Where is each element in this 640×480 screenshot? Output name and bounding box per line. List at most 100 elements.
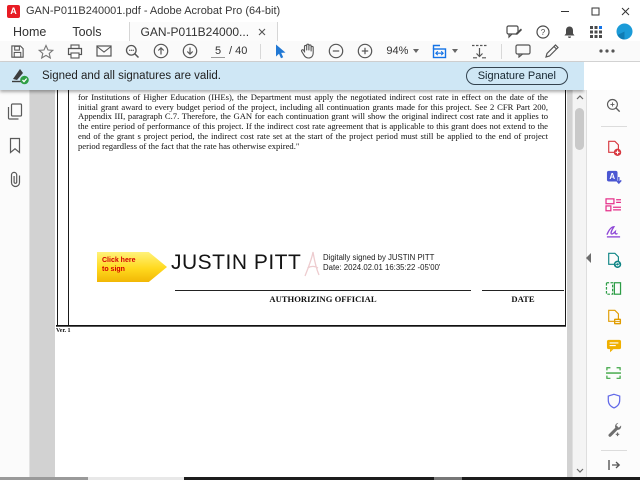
maximize-button[interactable]	[580, 0, 610, 22]
help-icon[interactable]: ?	[536, 25, 550, 39]
print-icon[interactable]	[67, 44, 83, 59]
search-tool-icon[interactable]	[605, 98, 622, 113]
right-tools-rail: A	[586, 90, 640, 477]
tab-tools-label: Tools	[72, 25, 101, 39]
signature-detail-line1: Digitally signed by JUSTIN PITT	[323, 253, 440, 263]
scan-ocr-icon[interactable]	[604, 366, 623, 380]
feedback-icon[interactable]	[506, 25, 523, 39]
tab-home[interactable]: Home	[0, 22, 59, 41]
email-icon[interactable]	[96, 45, 112, 57]
acrobat-watermark-icon	[302, 250, 322, 278]
svg-text:?: ?	[541, 28, 546, 37]
combine-files-icon[interactable]	[605, 309, 623, 326]
fill-sign-icon[interactable]	[604, 225, 623, 238]
sign-flag-line2: to sign	[102, 265, 167, 274]
chevron-down-icon	[413, 49, 419, 53]
toolbar-separator	[501, 44, 502, 59]
rail-divider	[601, 450, 627, 451]
zoom-out-icon[interactable]	[328, 43, 344, 59]
signature-certificate-details[interactable]: Digitally signed by JUSTIN PITT Date: 20…	[323, 253, 440, 274]
form-border-line	[57, 90, 58, 325]
tab-close-icon[interactable]	[258, 28, 266, 36]
fit-width-button[interactable]	[432, 44, 458, 59]
select-tool-icon[interactable]	[274, 44, 287, 59]
maximize-icon	[591, 7, 600, 16]
page-display-icon[interactable]	[471, 44, 488, 59]
svg-text:A: A	[609, 172, 615, 181]
date-label: DATE	[482, 294, 564, 304]
create-pdf-icon[interactable]	[605, 140, 623, 157]
scroll-down-button[interactable]	[576, 463, 584, 477]
sign-here-flag[interactable]: Click here to sign	[97, 252, 167, 282]
minimize-icon	[560, 6, 570, 16]
zoom-in-icon[interactable]	[357, 43, 373, 59]
previous-page-icon[interactable]	[153, 43, 169, 59]
find-icon[interactable]	[125, 44, 140, 59]
pencil-tool-icon[interactable]	[544, 43, 560, 59]
sign-flag-line1: Click here	[102, 256, 167, 265]
more-options-icon[interactable]	[599, 49, 615, 53]
organize-pages-icon[interactable]	[604, 281, 623, 296]
notification-row: Signed and all signatures are valid. Sig…	[0, 62, 640, 90]
page-number-input[interactable]: 5	[211, 45, 225, 58]
acrobat-logo-icon: A	[7, 5, 20, 18]
signature-detail-line2: Date: 2024.02.01 16:35:22 -05'00'	[323, 263, 440, 273]
toolbar-separator	[260, 44, 261, 59]
date-line	[482, 290, 564, 291]
chevron-down-icon	[452, 49, 458, 53]
scroll-up-button[interactable]	[576, 90, 584, 104]
fit-width-icon	[432, 44, 449, 59]
main-toolbar: 5 / 40 94%	[0, 41, 640, 62]
close-button[interactable]	[610, 0, 640, 22]
share-review-icon[interactable]	[605, 252, 623, 269]
version-label: Ver. 1	[56, 328, 71, 334]
comment-icon[interactable]	[605, 339, 623, 353]
bookmarks-icon[interactable]	[8, 137, 22, 154]
scroll-up-icon	[576, 95, 584, 100]
export-pdf-icon[interactable]: A	[605, 170, 623, 186]
notifications-bell-icon[interactable]	[563, 25, 576, 39]
form-border-line	[565, 90, 566, 325]
page-thumbnails-icon[interactable]	[7, 103, 23, 120]
form-border-line	[56, 325, 566, 327]
favorites-star-icon[interactable]	[38, 44, 54, 59]
signature-panel-button[interactable]: Signature Panel	[466, 67, 568, 85]
tab-tools[interactable]: Tools	[59, 22, 114, 41]
tab-document-label: GAN-P011B24000...	[141, 25, 250, 39]
signature-line	[175, 290, 471, 291]
minimize-button[interactable]	[550, 0, 580, 22]
body-paragraph: for Institutions of Higher Education (IH…	[78, 93, 548, 151]
title-bar: A GAN-P011B240001.pdf - Adobe Acrobat Pr…	[0, 0, 640, 22]
scrollbar-thumb[interactable]	[575, 108, 584, 150]
hand-tool-icon[interactable]	[300, 43, 315, 59]
signature-status-text: Signed and all signatures are valid.	[42, 70, 221, 82]
signature-valid-icon	[10, 67, 30, 85]
expand-panel-icon[interactable]	[607, 459, 621, 471]
save-icon[interactable]	[10, 44, 25, 59]
zoom-level-value: 94%	[386, 45, 408, 57]
comment-tool-icon[interactable]	[515, 44, 531, 58]
edit-pdf-icon[interactable]	[604, 198, 623, 212]
document-canvas[interactable]: for Institutions of Higher Education (IH…	[30, 90, 572, 477]
page-count-label: / 40	[229, 45, 247, 57]
tab-home-label: Home	[13, 25, 46, 39]
tab-document[interactable]: GAN-P011B24000...	[129, 22, 279, 41]
main-area: for Institutions of Higher Education (IH…	[0, 90, 640, 477]
attachments-icon[interactable]	[8, 171, 22, 188]
panel-collapse-icon[interactable]	[586, 253, 591, 263]
window-title: GAN-P011B240001.pdf - Adobe Acrobat Pro …	[26, 5, 280, 17]
form-border-line	[68, 90, 69, 325]
signature-name[interactable]: JUSTIN PITT	[171, 251, 301, 275]
signature-notification-bar: Signed and all signatures are valid. Sig…	[0, 62, 584, 90]
next-page-icon[interactable]	[182, 43, 198, 59]
document-page: for Institutions of Higher Education (IH…	[55, 90, 567, 477]
more-tools-icon[interactable]	[605, 422, 623, 437]
close-icon	[621, 7, 630, 16]
scroll-down-icon	[576, 468, 584, 473]
avatar[interactable]	[616, 23, 633, 40]
rail-divider	[601, 126, 627, 127]
protect-icon[interactable]	[606, 393, 622, 409]
zoom-level-dropdown[interactable]: 94%	[386, 45, 419, 57]
vertical-scrollbar[interactable]	[572, 90, 586, 477]
app-grid-icon[interactable]	[589, 25, 603, 39]
